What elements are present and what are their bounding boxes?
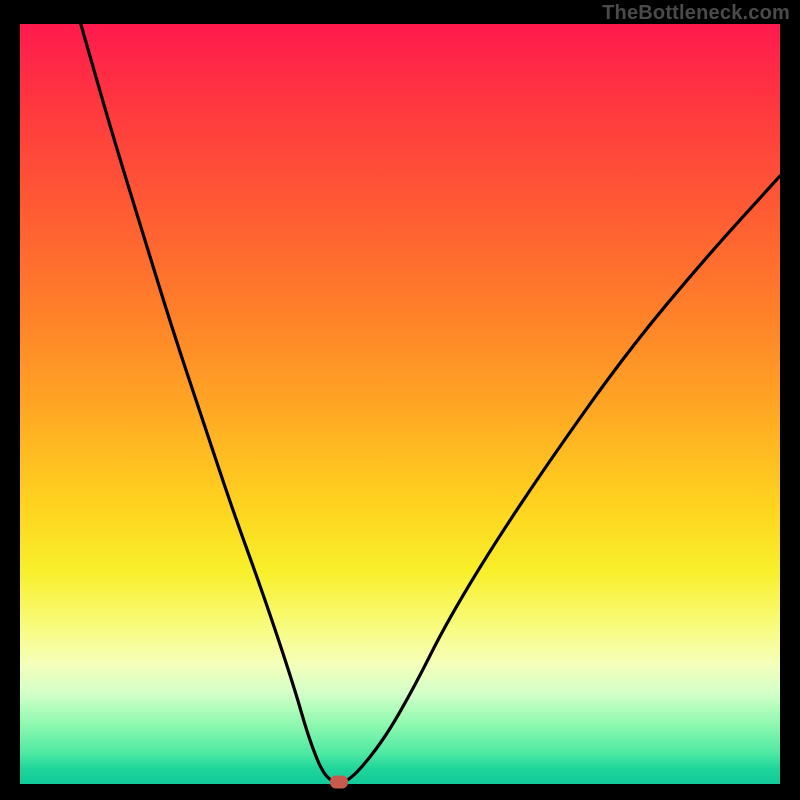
- optimum-marker: [330, 775, 348, 788]
- bottleneck-curve: [20, 24, 780, 784]
- plot-area: [20, 24, 780, 784]
- chart-frame: TheBottleneck.com: [0, 0, 800, 800]
- curve-path: [81, 24, 780, 782]
- watermark-text: TheBottleneck.com: [602, 2, 790, 25]
